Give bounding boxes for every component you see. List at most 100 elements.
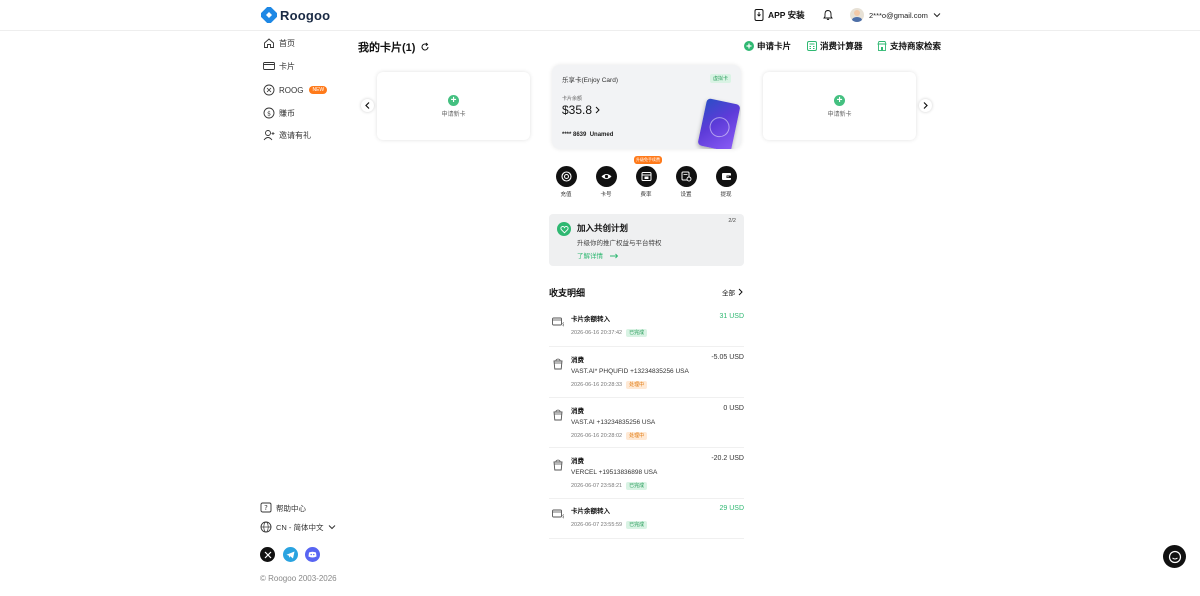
co-creation-promo: 加入共创计划 2/2 升级你的推广权益与平台特权 了解详情 <box>549 214 744 266</box>
transaction-row[interactable]: 消费 VAST.AI* PHQUFID +13234835256 USA 2026-… <box>549 348 744 398</box>
card-number-button[interactable]: 卡号 <box>591 166 621 198</box>
sidebar-item-invite[interactable]: 邀请有礼 <box>263 129 311 141</box>
transaction-timestamp: 2026-06-16 20:37:42 <box>571 330 623 336</box>
svg-text:$: $ <box>562 514 564 520</box>
chevron-down-icon <box>933 13 941 18</box>
upgrade-fee-badge: 升级免手续费 <box>634 156 662 164</box>
card-balance-value: $35.8 <box>562 103 593 117</box>
card-number-line: **** 8639 Unamed <box>562 132 613 138</box>
transaction-row[interactable]: $ 卡片余额转入 2026-06-16 20:37:42 已完成 31 USD <box>549 307 744 347</box>
calculator-button[interactable]: 消费计算器 <box>807 40 863 52</box>
promo-link-label: 了解详情 <box>577 253 603 260</box>
transaction-status-badge: 已完成 <box>626 521 648 529</box>
help-center-label: 帮助中心 <box>276 503 306 513</box>
sidebar-item-label: 賺币 <box>279 108 295 118</box>
discord-link[interactable] <box>305 547 320 562</box>
transaction-title: 消费 <box>571 408 584 415</box>
recharge-icon <box>560 171 572 182</box>
apply-new-card-left[interactable]: + 申请新卡 <box>377 72 530 140</box>
transaction-time: 2026-06-16 20:37:42 已完成 <box>571 329 648 337</box>
promo-pagination: 2/2 <box>728 218 736 224</box>
sidebar-item-label: 首页 <box>279 38 295 48</box>
earn-coin-icon: $ <box>263 107 275 119</box>
transaction-description: VERCEL +19513836898 USA <box>571 469 658 476</box>
card-number: **** 8639 <box>562 132 587 138</box>
customer-service-button[interactable] <box>1163 545 1186 568</box>
transaction-row[interactable]: $ 卡片余额转入 2026-06-07 23:55:59 已完成 29 USD <box>549 499 744 539</box>
store-search-icon <box>877 41 887 51</box>
telegram-link[interactable] <box>283 547 298 562</box>
transaction-description: VAST.AI* PHQUFID +13234835256 USA <box>571 368 689 375</box>
transaction-row[interactable]: 消费 VAST.AI +13234835256 USA 2026-06-16 20:… <box>549 399 744 448</box>
transaction-amount: 31 USD <box>719 313 744 320</box>
app-install-button[interactable]: APP 安装 <box>754 9 805 21</box>
chevron-right-icon <box>923 102 928 109</box>
transaction-time: 2026-06-16 20:28:33 处理中 <box>571 381 648 389</box>
logo[interactable]: Roogoo <box>261 7 330 23</box>
language-selector[interactable]: CN - 简体中文 <box>260 521 336 533</box>
sidebar-item-card[interactable]: 卡片 <box>263 60 295 72</box>
x-twitter-link[interactable] <box>260 547 275 562</box>
user-menu[interactable]: 2***o@gmail.com <box>850 8 941 22</box>
chevron-down-icon <box>328 525 335 530</box>
promo-learn-more-link[interactable]: 了解详情 <box>577 250 619 260</box>
chevron-right-icon <box>595 106 600 114</box>
settings-button[interactable]: 设置 <box>671 166 701 198</box>
avatar <box>850 8 864 22</box>
withdraw-button[interactable]: 提现 <box>711 166 741 198</box>
card-balance[interactable]: $35.8 <box>562 103 600 117</box>
apply-card-label: 申请卡片 <box>757 41 792 51</box>
transaction-title: 卡片余额转入 <box>571 316 610 323</box>
transaction-status-badge: 已完成 <box>626 482 648 490</box>
withdraw-label: 提现 <box>720 192 732 198</box>
fee-rate-button[interactable]: 费率 <box>631 166 661 198</box>
page-title-text: 我的卡片(1) <box>358 42 416 54</box>
arrow-right-icon <box>609 253 618 259</box>
invite-user-icon <box>263 130 275 141</box>
help-icon: ? <box>260 502 272 513</box>
transaction-title: 消费 <box>571 458 584 465</box>
promo-title: 加入共创计划 <box>577 223 629 233</box>
merchant-search-button[interactable]: 支持商家检索 <box>877 40 941 52</box>
transaction-row[interactable]: 消费 VERCEL +19513836898 USA 2026-06-07 23:5… <box>549 449 744 499</box>
transaction-time: 2026-06-07 23:58:21 已完成 <box>571 482 648 490</box>
telegram-icon <box>286 551 295 558</box>
sidebar-item-home[interactable]: 首页 <box>263 37 295 49</box>
add-circle-icon <box>744 41 754 51</box>
transaction-description: VAST.AI +13234835256 USA <box>571 419 656 426</box>
phone-icon <box>754 9 764 21</box>
apply-new-card-right[interactable]: + 申请新卡 <box>763 72 916 140</box>
transaction-status-badge: 处理中 <box>626 381 648 389</box>
calculator-icon <box>807 41 817 51</box>
carousel-next-button[interactable] <box>919 99 932 112</box>
recharge-button[interactable]: 充值 <box>551 166 581 198</box>
svg-text:$: $ <box>267 110 271 117</box>
transaction-status-badge: 处理中 <box>626 432 648 440</box>
svg-text:$: $ <box>562 322 564 328</box>
promo-subtitle: 升级你的推广权益与平台特权 <box>577 240 662 247</box>
globe-icon <box>260 521 272 533</box>
refresh-icon[interactable] <box>420 42 430 52</box>
carousel-prev-button[interactable] <box>361 99 374 112</box>
new-badge: NEW <box>309 86 328 94</box>
sidebar-item-earn[interactable]: $ 賺币 <box>263 107 295 119</box>
svg-text:?: ? <box>264 504 268 512</box>
view-all-label: 全部 <box>722 290 735 297</box>
card-holder: Unamed <box>589 132 614 138</box>
enjoy-card[interactable]: 乐享卡(Enjoy Card) 虚拟卡 卡片余额 $35.8 **** 8639… <box>552 65 741 149</box>
chevron-right-icon <box>738 288 743 296</box>
transaction-title: 卡片余额转入 <box>571 508 610 515</box>
transactions-view-all[interactable]: 全部 <box>722 287 743 297</box>
apply-card-button[interactable]: 申请卡片 <box>744 40 791 52</box>
sidebar-item-roog[interactable]: ROOG NEW <box>263 84 328 96</box>
help-center-link[interactable]: ? 帮助中心 <box>260 502 306 514</box>
settings-icon <box>681 171 691 182</box>
recharge-label: 充值 <box>560 192 572 198</box>
card-visual <box>697 97 741 149</box>
user-email: 2***o@gmail.com <box>869 10 928 20</box>
bell-icon[interactable] <box>822 9 834 21</box>
transaction-status-badge: 已完成 <box>626 329 648 337</box>
card-number-label: 卡号 <box>600 192 612 198</box>
sidebar-item-label: 卡片 <box>279 61 295 71</box>
app-install-label: APP 安装 <box>768 10 805 20</box>
